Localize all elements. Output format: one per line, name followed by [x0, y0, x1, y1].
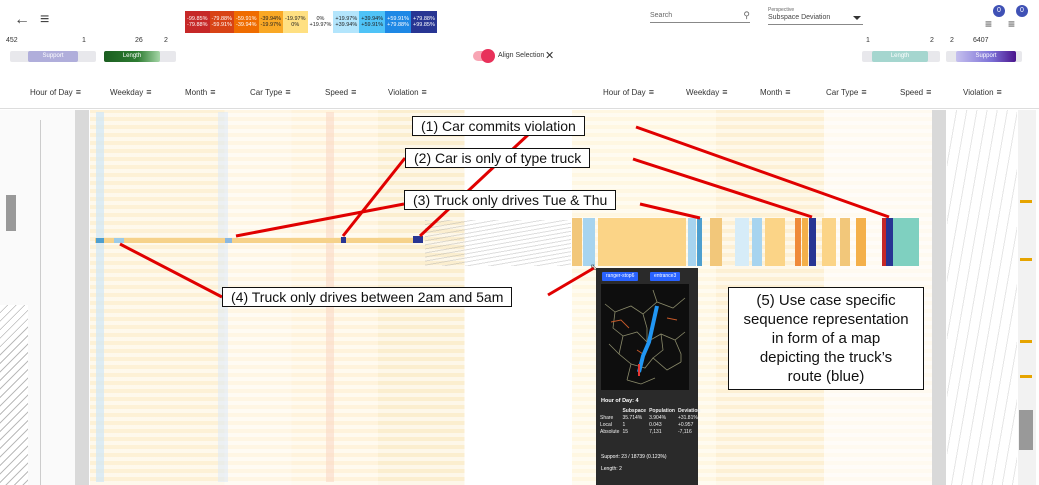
table-row: Absolute 15 7,131 -7,116	[600, 429, 703, 436]
table-cell: Local	[600, 422, 612, 428]
annotation-weekday: (3) Truck only drives Tue & Thu	[404, 190, 617, 210]
table-cell: 35.714%	[622, 415, 643, 421]
truck-route	[637, 305, 659, 373]
table-header-row: Subspace Population Deviation	[600, 408, 703, 415]
annotation-map-line: route (blue)	[787, 368, 865, 385]
annotation-map-line: (5) Use case specific	[756, 292, 896, 309]
table-cell: +31.81%	[677, 415, 698, 421]
tooltip-stats-table: Subspace Population Deviation Share 35.7…	[600, 408, 703, 436]
annotation-line-3b	[639, 202, 701, 220]
tooltip-length: Length: 2	[601, 466, 622, 472]
annotation-truck-type: (2) Car is only of type truck	[405, 148, 591, 168]
annotation-map-line: in form of a map	[771, 330, 881, 347]
tag-location-2: entrance3	[650, 272, 681, 281]
annotation-map: (5) Use case specific sequence represent…	[728, 287, 924, 390]
table-cell: -7,116	[677, 429, 692, 435]
table-header: Deviation	[677, 408, 701, 414]
route-map-drawing	[604, 289, 686, 385]
annotation-map-line: sequence representation	[743, 311, 909, 328]
annotation-line-2a	[341, 157, 407, 237]
table-cell: 15	[622, 429, 629, 435]
table-header: Population	[649, 408, 675, 414]
annotation-violation: (1) Car commits violation	[412, 116, 585, 136]
table-cell: 1	[622, 422, 626, 428]
table-cell: +0.957	[677, 422, 694, 428]
annotation-line-4b	[547, 266, 595, 297]
tooltip-title: Hour of Day: 4	[601, 398, 639, 404]
table-cell: 7,131	[649, 429, 662, 435]
table-cell: 3.904%	[649, 415, 667, 421]
mouse-cursor-icon: ⬁	[590, 262, 598, 272]
annotation-line-3a	[235, 202, 405, 238]
annotation-hours: (4) Truck only drives between 2am and 5a…	[222, 287, 513, 307]
annotation-map-line: depicting the truck’s	[759, 349, 893, 366]
table-cell: 0.043	[649, 422, 662, 428]
route-map	[601, 284, 689, 390]
annotation-line-4a	[119, 242, 223, 299]
sequence-tooltip: ranger-stop6 entrance3 Hour of Day: 4 Su…	[596, 268, 700, 485]
table-row: Local 1 0.043 +0.957	[600, 422, 703, 429]
table-cell: Share	[600, 415, 614, 421]
tag-location-1: ranger-stop6	[602, 272, 639, 281]
table-cell: Absolute	[600, 429, 620, 435]
tooltip-support: Support: 23 / 18739 (0.123%)	[601, 454, 667, 460]
annotation-lines	[119, 125, 890, 299]
table-header	[600, 408, 622, 415]
table-row: Share 35.714% 3.904% +31.81%	[600, 415, 703, 422]
table-header: Subspace	[622, 408, 647, 414]
